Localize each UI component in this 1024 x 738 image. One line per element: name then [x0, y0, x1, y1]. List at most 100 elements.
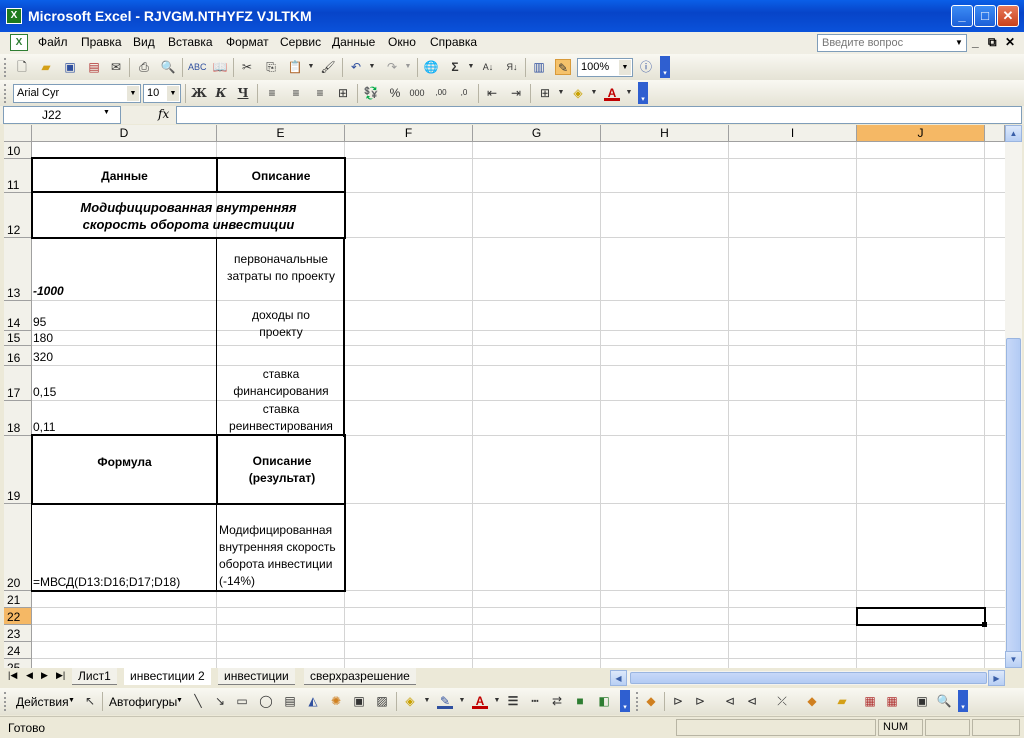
- cell-d16[interactable]: 320: [33, 346, 216, 365]
- cell-d11[interactable]: Данные: [33, 159, 216, 192]
- column-header-g[interactable]: G: [473, 125, 601, 142]
- row-header-21[interactable]: 21: [4, 591, 32, 608]
- fill-handle[interactable]: [982, 622, 987, 627]
- save-icon[interactable]: ▣: [62, 59, 78, 75]
- rectangle-icon[interactable]: ▭: [234, 693, 250, 709]
- chevron-down-icon[interactable]: ▼: [621, 85, 637, 101]
- maximize-button[interactable]: □: [974, 5, 996, 27]
- tab-sheet1[interactable]: Лист1: [72, 668, 117, 685]
- font-size-select[interactable]: 10 ▼: [143, 84, 181, 103]
- tab-investments-2[interactable]: инвестиции 2: [124, 668, 211, 685]
- cell-d12[interactable]: Модифицированная внутренняя скорость обо…: [33, 195, 344, 237]
- open-icon[interactable]: ▰: [38, 59, 54, 75]
- row-header-19[interactable]: 19: [4, 436, 32, 504]
- doc-minimize-button[interactable]: _: [972, 35, 979, 49]
- select-all-corner[interactable]: [4, 125, 32, 142]
- line-style-icon[interactable]: ☰: [505, 693, 521, 709]
- column-header-j[interactable]: J: [857, 125, 985, 142]
- menu-view[interactable]: Вид: [133, 35, 155, 49]
- hyperlink-icon[interactable]: 🌐: [423, 59, 439, 75]
- menu-file[interactable]: Файл: [38, 35, 68, 49]
- column-header-h[interactable]: H: [601, 125, 729, 142]
- underline-icon[interactable]: Ч: [235, 85, 251, 101]
- chevron-down-icon[interactable]: ▼: [68, 697, 75, 704]
- row-header-11[interactable]: 11: [4, 159, 32, 193]
- wordart-icon[interactable]: ◭: [305, 693, 321, 709]
- column-header-d[interactable]: D: [32, 125, 217, 142]
- chevron-down-icon[interactable]: ▼: [103, 109, 110, 116]
- toolbar-grip[interactable]: [4, 692, 7, 711]
- copy-icon[interactable]: ⎘: [263, 59, 279, 75]
- permission-icon[interactable]: ▤: [86, 59, 102, 75]
- chevron-down-icon[interactable]: ▼: [553, 85, 569, 101]
- borders-icon[interactable]: ⊞: [537, 85, 553, 101]
- cell-d17[interactable]: 0,15: [33, 366, 216, 400]
- redo-icon[interactable]: ↷: [384, 59, 400, 75]
- watch-window-icon[interactable]: ▣: [914, 693, 930, 709]
- scroll-right-icon[interactable]: ▶: [988, 670, 1005, 686]
- prev-sheet-icon[interactable]: ◀: [26, 670, 33, 681]
- cell-e19[interactable]: Описание (результат): [234, 453, 330, 489]
- actions-menu[interactable]: Действия: [16, 695, 69, 709]
- chevron-down-icon[interactable]: ▼: [167, 86, 179, 101]
- chevron-down-icon[interactable]: ▼: [454, 693, 470, 709]
- align-left-icon[interactable]: ≡: [264, 85, 280, 101]
- toolbar-options-icon[interactable]: ▾: [660, 56, 670, 78]
- doc-restore-button[interactable]: ⧉: [988, 35, 997, 50]
- row-header-22[interactable]: 22: [4, 608, 32, 625]
- spelling-icon[interactable]: ABC: [188, 59, 207, 75]
- cell-e20[interactable]: Модифицированная внутренняя скорость обо…: [219, 522, 343, 590]
- font-color-icon[interactable]: A: [604, 85, 620, 101]
- textbox-icon[interactable]: ▤: [282, 693, 298, 709]
- vertical-scroll-thumb[interactable]: [1006, 338, 1021, 663]
- selected-cell-j22[interactable]: [856, 607, 986, 626]
- menu-window[interactable]: Окно: [388, 35, 416, 49]
- toolbar-options-icon[interactable]: ▾: [620, 690, 630, 712]
- trace-error-icon[interactable]: ◆: [804, 693, 820, 709]
- chevron-down-icon[interactable]: ▼: [463, 59, 479, 75]
- row-header-10[interactable]: 10: [4, 142, 32, 159]
- menu-insert[interactable]: Вставка: [168, 35, 213, 49]
- first-sheet-icon[interactable]: |◀: [8, 670, 17, 681]
- worksheet-grid[interactable]: D E F G H I J 10 11 12 13 14 15 16 17 18…: [4, 125, 1005, 668]
- arrow-icon[interactable]: ↘: [212, 693, 228, 709]
- menu-tools[interactable]: Сервис: [280, 35, 321, 49]
- chevron-down-icon[interactable]: ▼: [489, 693, 505, 709]
- fx-icon[interactable]: fx: [158, 107, 169, 121]
- dash-style-icon[interactable]: ┅: [527, 693, 543, 709]
- cut-icon[interactable]: ✂: [239, 59, 255, 75]
- trace-dependents-icon[interactable]: ⊲: [722, 693, 738, 709]
- paste-icon[interactable]: 📋: [287, 59, 303, 75]
- cell-e14[interactable]: доходы по проекту: [229, 307, 333, 359]
- 3d-icon[interactable]: ◧: [596, 693, 612, 709]
- shadow-icon[interactable]: ■: [572, 693, 588, 709]
- tab-overresolution[interactable]: сверхразрешение: [304, 668, 416, 685]
- cell-d18[interactable]: 0,11: [33, 401, 216, 435]
- format-painter-icon[interactable]: 🖌: [320, 59, 336, 75]
- chevron-down-icon[interactable]: ▼: [176, 697, 183, 704]
- zoom-select[interactable]: 100% ▼: [577, 58, 633, 77]
- row-header-18[interactable]: 18: [4, 401, 32, 436]
- cell-e17[interactable]: ставка финансирования: [218, 366, 344, 400]
- sort-ascending-icon[interactable]: A↓: [480, 59, 496, 75]
- help-icon[interactable]: ⓘ: [638, 59, 654, 75]
- remove-precedents-icon[interactable]: ⊳: [692, 693, 708, 709]
- formula-input[interactable]: [176, 106, 1022, 124]
- menu-help[interactable]: Справка: [430, 35, 477, 49]
- currency-icon[interactable]: 💱: [363, 85, 379, 101]
- remove-arrows-icon[interactable]: ⤫: [774, 693, 790, 709]
- evaluate-formula-icon[interactable]: 🔍: [936, 693, 952, 709]
- line-icon[interactable]: ╲: [190, 693, 206, 709]
- doc-close-button[interactable]: ✕: [1005, 35, 1015, 49]
- vertical-scrollbar[interactable]: ▲ ▼: [1005, 125, 1022, 668]
- cell-d15[interactable]: 180: [33, 331, 216, 345]
- clipart-icon[interactable]: ▣: [351, 693, 367, 709]
- minimize-button[interactable]: _: [951, 5, 973, 27]
- column-header-next[interactable]: [985, 125, 1005, 142]
- chevron-down-icon[interactable]: ▼: [400, 59, 416, 75]
- decrease-decimal-icon[interactable]: ,0: [456, 85, 472, 101]
- new-comment-icon[interactable]: ▰: [834, 693, 850, 709]
- excel-app-icon[interactable]: X: [6, 8, 22, 24]
- row-header-16[interactable]: 16: [4, 346, 32, 366]
- cell-d13[interactable]: -1000: [33, 238, 216, 300]
